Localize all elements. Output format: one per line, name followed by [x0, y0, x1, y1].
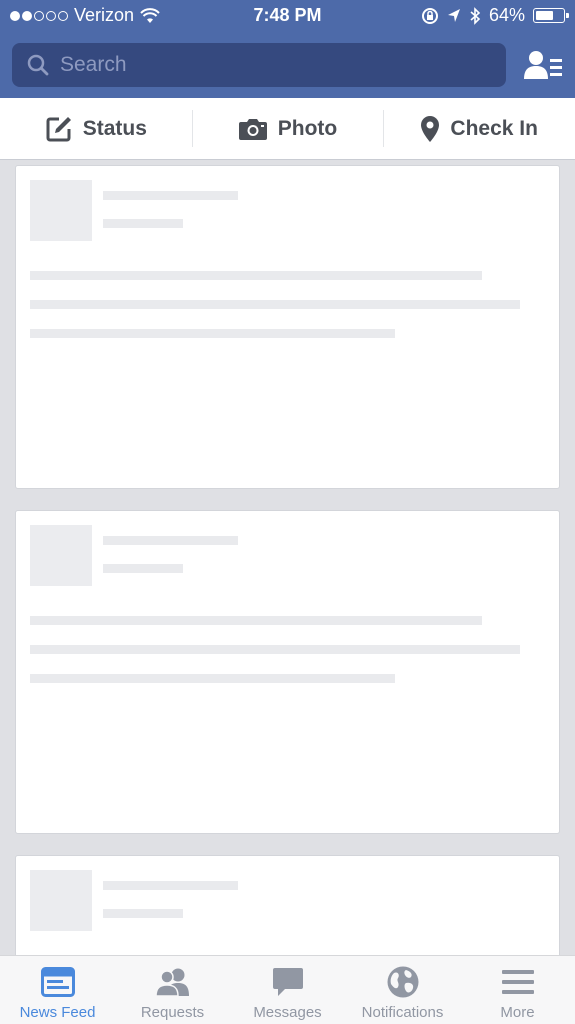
friends-list-button[interactable]	[523, 46, 565, 84]
photo-label: Photo	[277, 116, 338, 140]
feed-story-placeholder	[15, 510, 560, 834]
camera-icon	[238, 118, 267, 140]
timestamp-placeholder	[103, 564, 183, 573]
search-placeholder: Search	[60, 53, 127, 76]
check-in-button[interactable]: Check In	[383, 98, 575, 159]
status-label: Status	[82, 116, 147, 140]
tab-label: News Feed	[19, 1004, 96, 1021]
tab-news-feed[interactable]: News Feed	[0, 956, 115, 1024]
text-line-placeholder	[30, 674, 395, 683]
battery-icon	[533, 8, 569, 23]
status-button[interactable]: Status	[0, 98, 192, 159]
header: Verizon 7:48 PM 64% Search	[0, 0, 575, 98]
status-bar: Verizon 7:48 PM 64%	[0, 0, 575, 32]
location-icon	[447, 8, 460, 22]
avatar-placeholder	[30, 525, 92, 586]
check-in-label: Check In	[450, 116, 538, 140]
timestamp-placeholder	[103, 219, 183, 228]
composer-bar: Status Photo Check In	[0, 98, 575, 160]
text-line-placeholder	[30, 329, 395, 338]
location-pin-icon	[421, 115, 440, 142]
status-indicators: 64%	[421, 5, 569, 26]
name-placeholder	[103, 881, 238, 890]
name-placeholder	[103, 191, 238, 200]
tab-messages[interactable]: Messages	[230, 956, 345, 1024]
timestamp-placeholder	[103, 909, 183, 918]
tab-requests[interactable]: Requests	[115, 956, 230, 1024]
tab-label: Notifications	[361, 1004, 444, 1021]
tab-notifications[interactable]: Notifications	[345, 956, 460, 1024]
tab-label: More	[500, 1004, 535, 1021]
battery-percent: 64%	[488, 5, 525, 25]
tab-bar: News Feed Requests Messages Notification…	[0, 955, 575, 1024]
avatar-placeholder	[30, 180, 92, 241]
tab-label: Messages	[253, 1004, 322, 1021]
friends-list-icon	[524, 51, 562, 79]
search-icon	[27, 54, 49, 76]
bluetooth-icon	[470, 6, 481, 25]
text-line-placeholder	[30, 616, 482, 625]
feed-story-placeholder	[15, 165, 560, 489]
friends-icon	[154, 968, 189, 997]
text-line-placeholder	[30, 271, 482, 280]
text-line-placeholder	[30, 645, 520, 654]
text-line-placeholder	[30, 300, 520, 309]
message-icon	[272, 968, 303, 996]
news-feed-icon	[40, 967, 75, 997]
search-input[interactable]: Search	[12, 43, 506, 87]
rotation-lock-icon	[421, 7, 438, 24]
menu-icon	[501, 970, 534, 994]
tab-label: Requests	[140, 1004, 205, 1021]
globe-icon	[387, 966, 418, 998]
photo-button[interactable]: Photo	[191, 98, 384, 159]
edit-icon	[46, 116, 71, 141]
name-placeholder	[103, 536, 238, 545]
avatar-placeholder	[30, 870, 92, 931]
tab-more[interactable]: More	[460, 956, 575, 1024]
